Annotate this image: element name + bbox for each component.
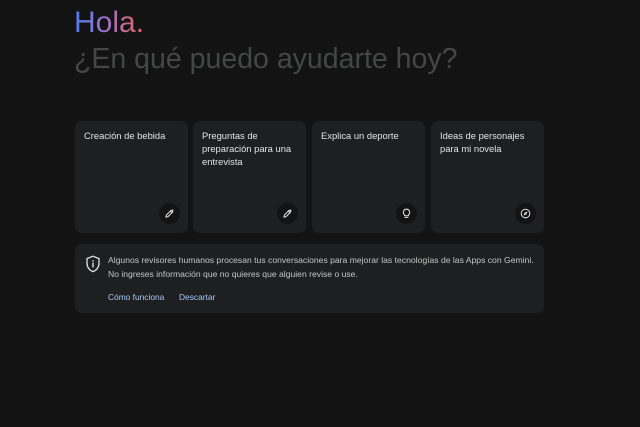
- greeting-subtitle: ¿En qué puedo ayudarte hoy?: [74, 43, 458, 75]
- suggestion-card-drink[interactable]: Creación de bebida: [75, 121, 188, 233]
- edit-pencil-icon: [159, 203, 180, 224]
- gemini-home: Hola. ¿En qué puedo ayudarte hoy? Creaci…: [0, 0, 640, 427]
- suggestion-card-characters[interactable]: Ideas de personajes para mi novela: [431, 121, 544, 233]
- suggestion-cards: Creación de bebida Preguntas de preparac…: [75, 121, 544, 233]
- suggestion-card-interview[interactable]: Preguntas de preparación para una entrev…: [193, 121, 306, 233]
- privacy-notice: Algunos revisores humanos procesan tus c…: [75, 244, 544, 313]
- suggestion-card-label: Explica un deporte: [321, 130, 399, 141]
- how-it-works-link[interactable]: Cómo funciona: [108, 291, 164, 303]
- suggestion-card-sport[interactable]: Explica un deporte: [312, 121, 425, 233]
- dismiss-button[interactable]: Descartar: [179, 291, 215, 303]
- compass-icon: [515, 203, 536, 224]
- shield-icon: [85, 255, 101, 273]
- greeting-title: Hola.: [74, 4, 144, 42]
- edit-pencil-icon: [277, 203, 298, 224]
- suggestion-card-label: Ideas de personajes para mi novela: [440, 130, 525, 154]
- suggestion-card-label: Creación de bebida: [84, 130, 166, 141]
- privacy-notice-text: Algunos revisores humanos procesan tus c…: [108, 255, 534, 279]
- suggestion-card-label: Preguntas de preparación para una entrev…: [202, 130, 292, 167]
- lightbulb-icon: [396, 203, 417, 224]
